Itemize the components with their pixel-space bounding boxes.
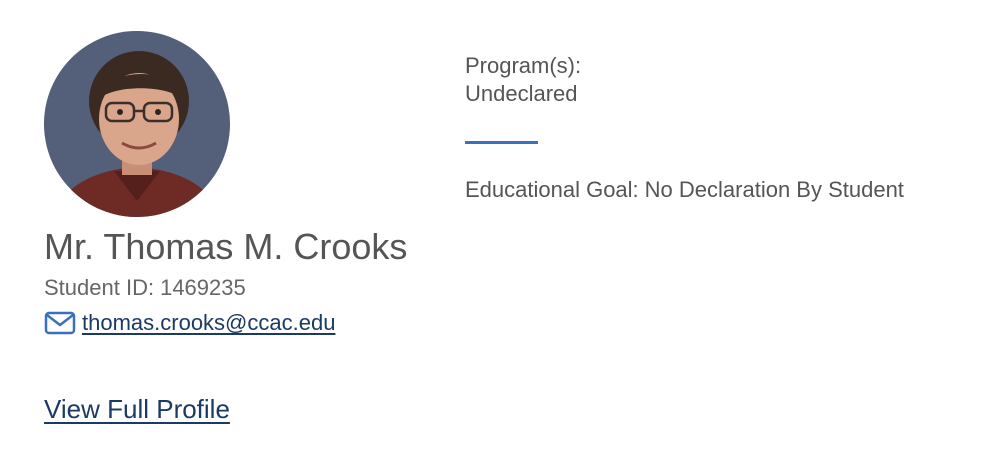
view-full-profile-link[interactable]: View Full Profile: [44, 394, 230, 425]
educational-goal-label: Educational Goal:: [465, 177, 639, 202]
student-photo-avatar: [44, 31, 230, 217]
student-id-label: Student ID:: [44, 275, 155, 300]
programs-label: Program(s):: [465, 53, 582, 78]
programs-value: Undeclared: [465, 81, 578, 106]
email-row: thomas.crooks@ccac.edu: [44, 310, 335, 336]
educational-goal: Educational Goal: No Declaration By Stude…: [465, 177, 904, 203]
student-id-value: 1469235: [160, 275, 246, 300]
email-link[interactable]: thomas.crooks@ccac.edu: [82, 310, 335, 336]
section-divider: [465, 141, 538, 144]
student-id-row: Student ID: 1469235: [44, 275, 246, 301]
envelope-icon[interactable]: [44, 310, 76, 336]
educational-goal-value: No Declaration By Student: [644, 177, 904, 202]
student-photo: [44, 31, 230, 217]
student-name: Mr. Thomas M. Crooks: [44, 226, 408, 267]
